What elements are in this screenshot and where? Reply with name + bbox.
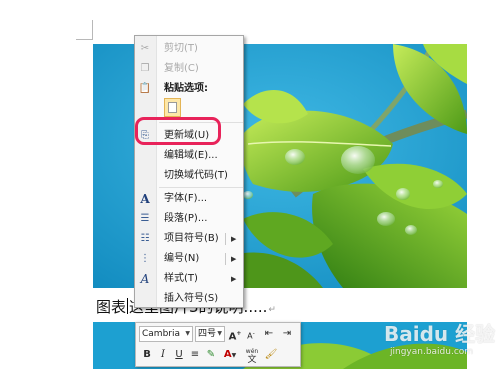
baidu-watermark: Baidu 经验 jingyan.baidu.com [384, 318, 500, 369]
copy-icon: ❐ [140, 63, 150, 74]
decrease-indent-icon[interactable]: ⇤ [261, 326, 277, 342]
caption-prefix: 图表 [96, 298, 127, 316]
bullets-icon: ☷ [140, 233, 150, 244]
dropdown-arrow-icon: ▼ [185, 330, 190, 337]
styles-icon: A [140, 272, 150, 286]
menu-separator [159, 187, 243, 188]
menu-item-insert-symbol[interactable]: 插入符号(S) [135, 289, 243, 309]
margin-corner-mark [76, 20, 93, 40]
document-page: 图表这里图片3的说明.....↵ [0, 0, 500, 369]
numbering-icon: ⋮ [140, 253, 150, 264]
font-name-combo[interactable]: Cambria ▼ [139, 326, 193, 342]
font-size-combo[interactable]: 四号 ▼ [195, 326, 225, 342]
grow-font-button[interactable]: A+ [227, 326, 243, 342]
center-align-icon[interactable]: ≡ [187, 347, 203, 363]
highlight-color-icon[interactable]: ✎ [203, 347, 219, 363]
font-color-button[interactable]: A▼ [219, 347, 241, 363]
increase-indent-icon[interactable]: ⇥ [279, 326, 295, 342]
watermark-url: jingyan.baidu.com [390, 347, 474, 357]
menu-item-numbering[interactable]: ⋮ 编号(N) ▶ [135, 249, 243, 269]
paste-page-icon [168, 102, 177, 113]
watermark-logo: Baidu 经验 [384, 322, 496, 346]
menu-item-bullets[interactable]: ☷ 项目符号(B) ▶ [135, 229, 243, 249]
underline-button[interactable]: U [171, 347, 187, 363]
submenu-arrow-icon: ▶ [231, 235, 237, 243]
phonetic-guide-button[interactable]: wén 文 [243, 347, 261, 365]
bold-button[interactable]: B [139, 347, 155, 363]
menu-item-paste-options: 📋 粘贴选项: [138, 83, 208, 94]
context-menu: ✂ 剪切(T) ❐ 复制(C) 📋 粘贴选项: ⎘ 更新域(U) 编辑域(E).… [134, 35, 244, 308]
paragraph-mark: ↵ [268, 305, 276, 315]
paste-keep-text-button[interactable] [164, 98, 181, 117]
mini-toolbar: Cambria ▼ 四号 ▼ A+ A- ⇤ ⇥ B I U ≡ ✎ A▼ wé… [135, 322, 301, 367]
submenu-arrow-icon: ▶ [231, 255, 237, 263]
shrink-font-button[interactable]: A- [243, 326, 259, 342]
menu-item-edit-field[interactable]: 编辑域(E)... [135, 146, 243, 166]
font-icon: A [140, 192, 150, 206]
split-divider [225, 253, 226, 265]
menu-item-copy[interactable]: ❐ 复制(C) [135, 59, 243, 79]
text-cursor [127, 298, 129, 314]
paragraph-icon: ☰ [140, 213, 150, 224]
menu-item-toggle-field-codes[interactable]: 切换域代码(T) [135, 166, 243, 186]
menu-item-cut[interactable]: ✂ 剪切(T) [135, 39, 243, 59]
scissors-icon: ✂ [140, 43, 150, 54]
menu-item-paragraph[interactable]: ☰ 段落(P)... [135, 209, 243, 229]
split-divider [225, 233, 226, 245]
submenu-arrow-icon: ▶ [231, 275, 237, 283]
menu-item-styles[interactable]: A 样式(T) ▶ [135, 269, 243, 289]
dropdown-arrow-icon: ▼ [217, 330, 222, 337]
clipboard-icon: 📋 [138, 83, 152, 94]
menu-item-font[interactable]: A 字体(F)... [135, 189, 243, 209]
format-painter-icon[interactable]: 🖌 [263, 347, 279, 363]
annotation-highlight-box [135, 117, 221, 145]
italic-button[interactable]: I [155, 347, 171, 363]
